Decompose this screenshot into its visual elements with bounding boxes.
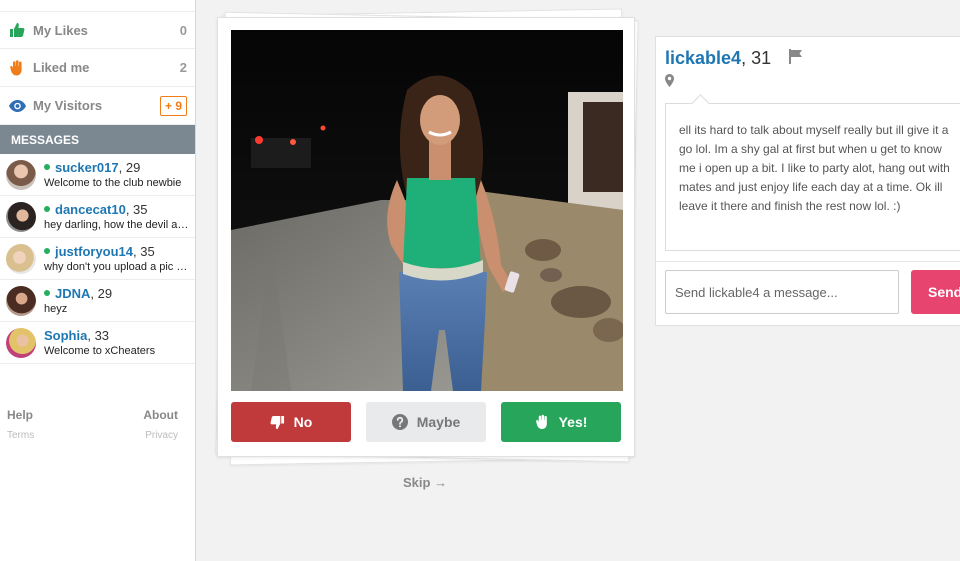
messages-header: MESSAGES [0, 125, 195, 154]
sender-name: Sophia [44, 328, 88, 343]
message-preview: hey darling, how the devil are you [44, 219, 189, 231]
sender-name: dancecat10 [55, 202, 126, 217]
sender-age: , 35 [133, 244, 155, 259]
sender-name: sucker017 [55, 160, 119, 175]
profile-name[interactable]: lickable4 [665, 48, 741, 68]
flag-icon[interactable] [789, 49, 803, 69]
about-link[interactable]: About [143, 408, 178, 422]
message-item[interactable]: justforyou14, 35 why don't you upload a … [0, 238, 195, 280]
nav-label: My Likes [33, 22, 88, 38]
message-preview: Welcome to the club newbie [44, 177, 182, 189]
message-preview: heyz [44, 303, 68, 315]
liked-me-count: 2 [179, 60, 187, 75]
profile-bio: ell its hard to talk about myself really… [665, 103, 960, 251]
profile-card-stack: No Maybe Yes! [212, 8, 640, 466]
nav-label: My Visitors [33, 98, 103, 113]
question-icon [391, 414, 408, 430]
nav-my-visitors[interactable]: My Visitors + 9 [0, 87, 195, 125]
message-item[interactable]: JDNA, 29 heyz [0, 280, 195, 322]
message-preview: why don't you upload a pic please [44, 261, 189, 273]
sender-age: , 33 [87, 328, 110, 343]
profile-photo[interactable] [231, 30, 623, 391]
message-item[interactable]: dancecat10, 35 hey darling, how the devi… [0, 196, 195, 238]
online-indicator [44, 164, 50, 170]
likes-count: 0 [179, 22, 187, 38]
hand-icon [535, 414, 550, 430]
no-label: No [293, 414, 313, 430]
online-indicator [44, 206, 50, 212]
avatar [6, 327, 36, 358]
profile-age: , 31 [741, 48, 772, 68]
maybe-button[interactable]: Maybe [366, 402, 486, 442]
no-button[interactable]: No [231, 402, 351, 442]
online-indicator [44, 290, 50, 296]
help-link[interactable]: Help [7, 408, 33, 422]
sender-name: justforyou14 [55, 244, 134, 259]
avatar [6, 201, 36, 232]
visitors-badge: + 9 [159, 95, 187, 116]
sidebar: My Likes 0 Liked me 2 My Visitors + 9 ME… [0, 0, 196, 561]
thumbs-down-icon [270, 415, 285, 430]
message-input[interactable] [665, 270, 899, 314]
sidebar-footer: Help About Terms Privacy [0, 408, 196, 441]
terms-link[interactable]: Terms [7, 430, 34, 441]
message-preview: Welcome to xCheaters [44, 345, 156, 357]
sender-age: , 35 [125, 202, 148, 217]
message-item[interactable]: Sophia, 33 Welcome to xCheaters [0, 322, 195, 364]
sender-name: JDNA [55, 286, 91, 301]
nav-label: Liked me [33, 60, 90, 75]
divider [656, 261, 960, 262]
profile-card: No Maybe Yes! [217, 17, 635, 457]
avatar [6, 159, 36, 190]
maybe-label: Maybe [416, 414, 461, 430]
nav-my-likes[interactable]: My Likes 0 [0, 11, 195, 49]
nav-liked-me[interactable]: Liked me 2 [0, 49, 195, 87]
profile-panel: lickable4, 31 ell its hard to talk about… [655, 36, 960, 326]
location-pin-icon [665, 74, 674, 92]
skip-link[interactable]: Skip → [403, 475, 447, 490]
yes-button[interactable]: Yes! [501, 402, 621, 442]
thumbs-up-icon [8, 21, 26, 39]
profile-heading: lickable4, 31 [665, 48, 771, 69]
online-indicator [44, 248, 50, 254]
yes-label: Yes! [558, 414, 588, 430]
avatar [6, 285, 36, 316]
message-item[interactable]: sucker017, 29 Welcome to the club newbie [0, 154, 195, 196]
send-button[interactable]: Send [911, 270, 960, 314]
sender-age: , 29 [90, 286, 113, 301]
eye-icon [8, 97, 26, 115]
sender-age: , 29 [118, 160, 141, 175]
hand-icon [8, 59, 26, 77]
avatar [6, 243, 36, 274]
privacy-link[interactable]: Privacy [145, 430, 178, 441]
